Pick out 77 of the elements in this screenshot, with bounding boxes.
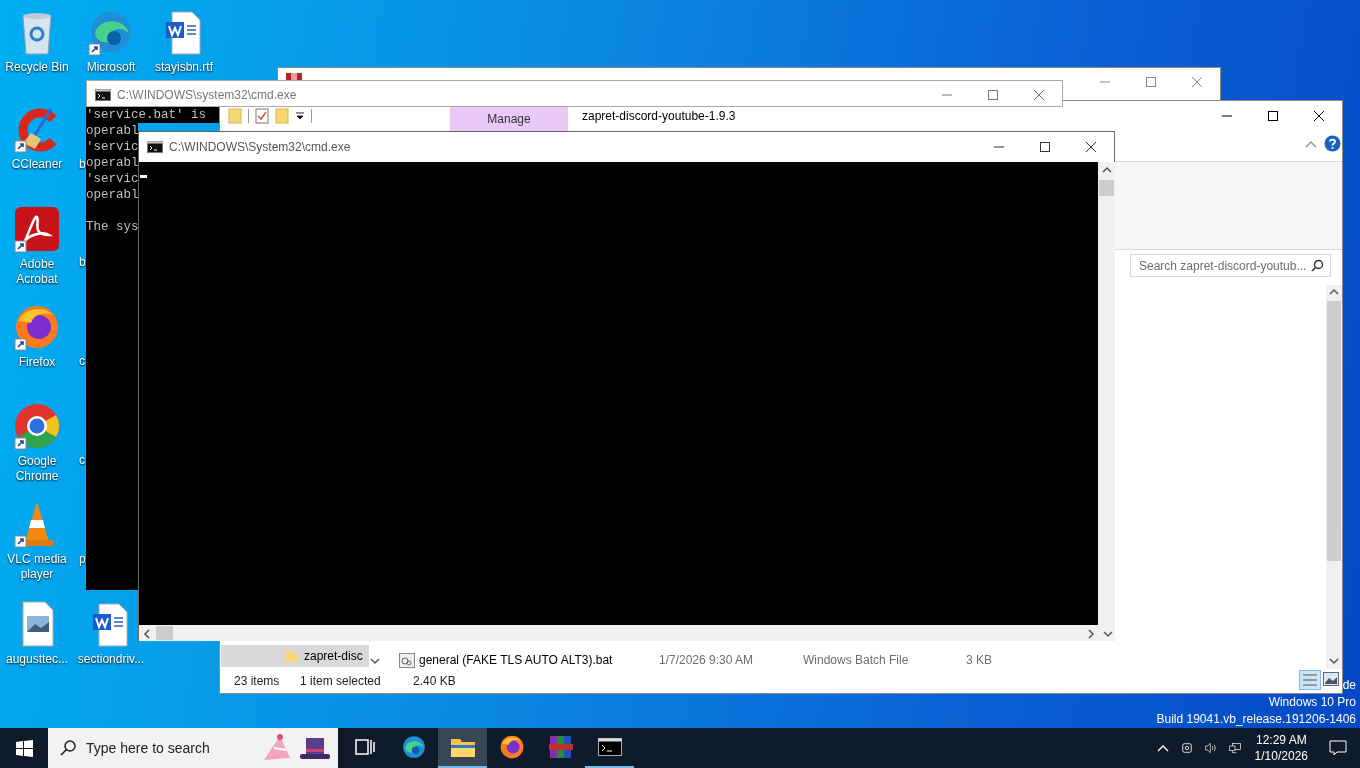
desktop-icon-label[interactable]: augusttec... [1, 652, 73, 667]
desktop-icon-label[interactable]: Firefox [1, 355, 73, 370]
system-watermark-text: Windows 10 Pro [1268, 694, 1356, 711]
dropdown-icon[interactable] [295, 111, 305, 121]
desktop-icon-label[interactable]: Microsoft [75, 60, 147, 75]
selection-size: 2.40 KB [413, 674, 456, 688]
file-name[interactable]: general (FAKE TLS AUTO ALT3).bat [419, 653, 613, 667]
desktop-icon-label[interactable]: c [79, 453, 85, 467]
terminal-icon [95, 88, 111, 101]
maximize-icon [1039, 141, 1051, 153]
file-type: Windows Batch File [803, 653, 909, 667]
search-field[interactable]: Search zapret-discord-youtub... [1130, 254, 1331, 277]
browser-icon [13, 402, 61, 450]
help-icon[interactable] [1324, 135, 1341, 152]
file-size: 3 KB [966, 653, 992, 667]
terminal-icon [147, 141, 163, 153]
maximize-icon [987, 89, 999, 101]
desktop-icon-label[interactable]: Google Chrome [1, 454, 73, 484]
scroll-right-icon[interactable] [1087, 629, 1095, 639]
scroll-up-icon[interactable] [1102, 166, 1112, 174]
scroll-thumb[interactable] [156, 626, 173, 640]
browser-icon [498, 734, 525, 760]
system-watermark-text: Build 19041.vb_release.191206-1406 [1156, 711, 1356, 728]
books-icon [547, 734, 574, 760]
taskbar-app-button[interactable] [438, 728, 487, 768]
scroll-down-icon[interactable] [1103, 630, 1113, 638]
close-icon [1313, 110, 1325, 122]
file-date: 1/7/2026 9:30 AM [659, 653, 754, 667]
maximize-icon [1267, 110, 1279, 122]
desktop-icon-label[interactable]: sectiondriv... [75, 652, 147, 667]
scroll-thumb[interactable] [1099, 180, 1114, 196]
task-view-icon [354, 739, 375, 755]
desktop-icon-label[interactable]: c [79, 354, 85, 368]
window-title: zapret-discord-youtube-1.9.3 [582, 109, 736, 123]
close-icon [1085, 141, 1097, 153]
batch-file-icon [399, 653, 415, 668]
scroll-left-icon[interactable] [143, 629, 151, 639]
browser-icon [13, 303, 61, 351]
maximize-icon [1145, 76, 1157, 88]
desktop-icon-label[interactable]: Recycle Bin [1, 60, 73, 75]
folder-icon [285, 649, 299, 663]
window-title: C:\WINDOWS\system32\cmd.exe [117, 87, 297, 102]
selection-count: 1 item selected [300, 674, 381, 688]
close-icon [1191, 76, 1203, 88]
desktop-icon-label[interactable]: b [79, 157, 86, 171]
close-icon [1033, 89, 1045, 101]
folder-icon [275, 108, 289, 124]
desktop-icon-label[interactable]: b [79, 255, 86, 269]
scroll-up-icon[interactable] [1329, 288, 1339, 296]
chevron-up-icon[interactable] [1305, 139, 1317, 149]
item-count: 23 items [234, 674, 280, 688]
thumbnail-view-icon[interactable] [1323, 672, 1339, 686]
chevron-down-icon[interactable] [370, 657, 380, 665]
clock[interactable]: 12:29 AM 1/10/2026 [1246, 732, 1316, 764]
scroll-thumb[interactable] [1327, 301, 1341, 561]
search-icon [60, 740, 76, 756]
desktop-icon-label[interactable]: stayisbn.rtf [148, 60, 220, 75]
scrollbar[interactable] [1326, 285, 1342, 669]
folder-icon [449, 736, 476, 758]
desktop-icon-label[interactable]: VLC media player [1, 552, 73, 582]
terminal-icon [597, 738, 622, 756]
window-title: C:\WINDOWS\System32\cmd.exe [169, 140, 351, 154]
desktop-icon-label[interactable]: Adobe Acrobat [1, 257, 73, 287]
system-watermark-text: de [1342, 677, 1356, 694]
ribbon-tab[interactable]: Manage [450, 106, 568, 131]
scroll-down-icon[interactable] [1329, 657, 1339, 665]
desktop-icon-label[interactable]: CCleaner [1, 157, 73, 172]
folder-icon [228, 108, 242, 124]
search-icon [1311, 259, 1324, 272]
windows-icon [15, 739, 33, 757]
browser-icon [400, 734, 427, 760]
desktop-icon-label[interactable]: p [79, 552, 86, 566]
search-field[interactable]: Type here to search [48, 728, 338, 768]
nav-tree-item[interactable]: zapret-disc [221, 645, 369, 667]
scrollbar[interactable] [139, 625, 1115, 641]
scrollbar[interactable] [1098, 162, 1115, 625]
pdf-icon [13, 205, 61, 253]
